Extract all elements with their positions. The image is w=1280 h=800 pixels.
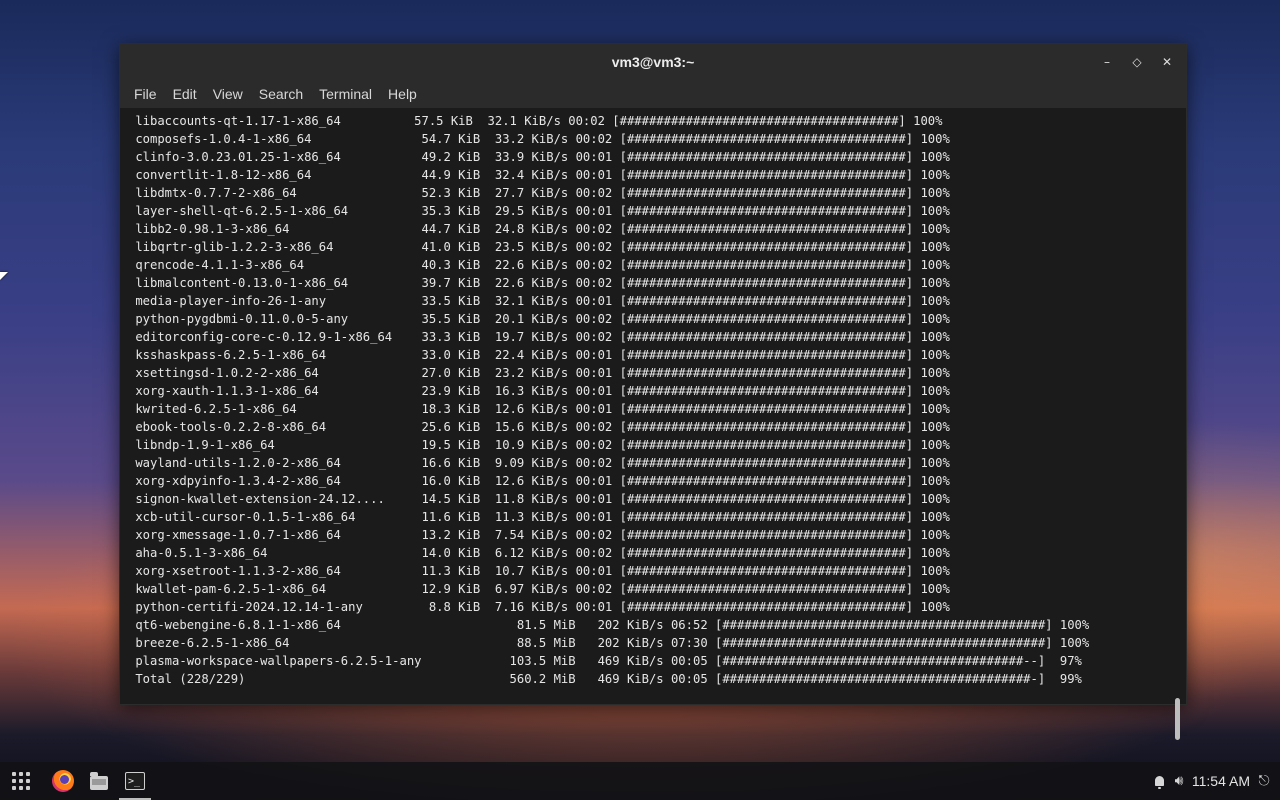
- terminal-line: ksshaskpass-6.2.5-1-x86_64 33.0 KiB 22.4…: [128, 348, 950, 362]
- file-manager-launcher[interactable]: [88, 762, 110, 800]
- speaker-icon: 🔊︎: [1174, 773, 1184, 789]
- terminal-line: xorg-xsetroot-1.1.3-2-x86_64 11.3 KiB 10…: [128, 564, 950, 578]
- terminal-line: libqrtr-glib-1.2.2-3-x86_64 41.0 KiB 23.…: [128, 240, 950, 254]
- terminal-line: kwrited-6.2.5-1-x86_64 18.3 KiB 12.6 KiB…: [128, 402, 950, 416]
- menu-help[interactable]: Help: [382, 86, 423, 102]
- terminal-line: libdmtx-0.7.7-2-x86_64 52.3 KiB 27.7 KiB…: [128, 186, 950, 200]
- terminal-window: vm3@vm3:~ – ◇ ✕ File Edit View Search Te…: [119, 43, 1187, 740]
- terminal-line: libndp-1.9-1-x86_64 19.5 KiB 10.9 KiB/s …: [128, 438, 950, 452]
- terminal-line: editorconfig-core-c-0.12.9-1-x86_64 33.3…: [128, 330, 950, 344]
- terminal-line: convertlit-1.8-12-x86_64 44.9 KiB 32.4 K…: [128, 168, 950, 182]
- minimize-button[interactable]: –: [1098, 53, 1116, 71]
- terminal-line: ebook-tools-0.2.2-8-x86_64 25.6 KiB 15.6…: [128, 420, 950, 434]
- terminal-line: xsettingsd-1.0.2-2-x86_64 27.0 KiB 23.2 …: [128, 366, 950, 380]
- terminal-line: xorg-xmessage-1.0.7-1-x86_64 13.2 KiB 7.…: [128, 528, 950, 542]
- volume-button[interactable]: 🔊︎: [1170, 762, 1188, 800]
- terminal-line: media-player-info-26-1-any 33.5 KiB 32.1…: [128, 294, 950, 308]
- clock[interactable]: 11:54 AM: [1192, 762, 1250, 800]
- close-button[interactable]: ✕: [1158, 53, 1176, 71]
- terminal-line: clinfo-3.0.23.01.25-1-x86_64 49.2 KiB 33…: [128, 150, 950, 164]
- terminal-output[interactable]: libaccounts-qt-1.17-1-x86_64 57.5 KiB 32…: [120, 108, 1186, 704]
- terminal-line: layer-shell-qt-6.2.5-1-x86_64 35.3 KiB 2…: [128, 204, 950, 218]
- grid-icon: [12, 772, 30, 790]
- terminal-line: python-pygdbmi-0.11.0.0-5-any 35.5 KiB 2…: [128, 312, 950, 326]
- firefox-icon: [52, 770, 74, 792]
- terminal-line: xorg-xauth-1.1.3-1-x86_64 23.9 KiB 16.3 …: [128, 384, 950, 398]
- menu-bar: File Edit View Search Terminal Help: [120, 80, 1186, 109]
- terminal-line: breeze-6.2.5-1-x86_64 88.5 MiB 202 KiB/s…: [128, 636, 1090, 650]
- terminal-line: qrencode-4.1.1-3-x86_64 40.3 KiB 22.6 Ki…: [128, 258, 950, 272]
- bell-icon: [1154, 776, 1164, 789]
- menu-file[interactable]: File: [128, 86, 163, 102]
- terminal-line: libb2-0.98.1-3-x86_64 44.7 KiB 24.8 KiB/…: [128, 222, 950, 236]
- scrollbar-thumb[interactable]: [1175, 698, 1180, 740]
- title-bar[interactable]: vm3@vm3:~ – ◇ ✕: [120, 44, 1186, 80]
- terminal-task-button[interactable]: >_: [118, 762, 152, 800]
- terminal-line: composefs-1.0.4-1-x86_64 54.7 KiB 33.2 K…: [128, 132, 950, 146]
- terminal-line: Total (228/229) 560.2 MiB 469 KiB/s 00:0…: [128, 672, 1082, 686]
- app-launcher-button[interactable]: [8, 762, 34, 800]
- terminal-line: libaccounts-qt-1.17-1-x86_64 57.5 KiB 32…: [128, 114, 943, 128]
- terminal-line: plasma-workspace-wallpapers-6.2.5-1-any …: [128, 654, 1082, 668]
- logout-icon: ⎋: [1258, 773, 1270, 789]
- terminal-line: qt6-webengine-6.8.1-1-x86_64 81.5 MiB 20…: [128, 618, 1090, 632]
- terminal-line: libmalcontent-0.13.0-1-x86_64 39.7 KiB 2…: [128, 276, 950, 290]
- terminal-line: xorg-xdpyinfo-1.3.4-2-x86_64 16.0 KiB 12…: [128, 474, 950, 488]
- taskbar: >_ 🔊︎ 11:54 AM ⎋: [0, 762, 1280, 800]
- terminal-line: xcb-util-cursor-0.1.5-1-x86_64 11.6 KiB …: [128, 510, 950, 524]
- menu-view[interactable]: View: [207, 86, 249, 102]
- terminal-line: kwallet-pam-6.2.5-1-x86_64 12.9 KiB 6.97…: [128, 582, 950, 596]
- folder-icon: [90, 772, 108, 790]
- terminal-line: aha-0.5.1-3-x86_64 14.0 KiB 6.12 KiB/s 0…: [128, 546, 950, 560]
- window-title: vm3@vm3:~: [611, 54, 695, 70]
- menu-terminal[interactable]: Terminal: [313, 86, 378, 102]
- logout-button[interactable]: ⎋: [1256, 762, 1272, 800]
- menu-search[interactable]: Search: [253, 86, 309, 102]
- notifications-button[interactable]: [1150, 762, 1168, 800]
- terminal-line: wayland-utils-1.2.0-2-x86_64 16.6 KiB 9.…: [128, 456, 950, 470]
- mouse-pointer: [0, 272, 8, 280]
- terminal-line: python-certifi-2024.12.14-1-any 8.8 KiB …: [128, 600, 950, 614]
- firefox-launcher[interactable]: [50, 762, 76, 800]
- maximize-button[interactable]: ◇: [1128, 53, 1146, 71]
- menu-edit[interactable]: Edit: [167, 86, 203, 102]
- terminal-line: signon-kwallet-extension-24.12.... 14.5 …: [128, 492, 950, 506]
- terminal-icon: >_: [125, 772, 145, 790]
